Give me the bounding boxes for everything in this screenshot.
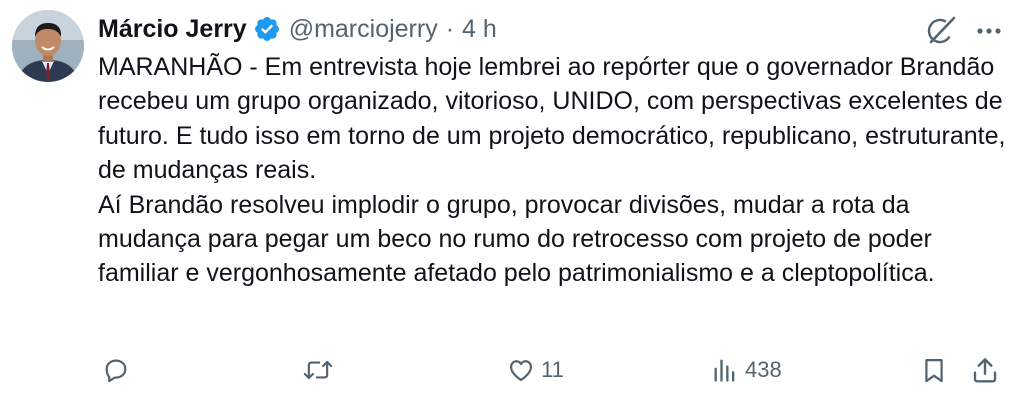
tweet-paragraph-2: Aí Brandão resolveu implodir o grupo, pr… — [98, 190, 935, 288]
like-icon — [507, 356, 535, 384]
like-button[interactable]: 11 — [507, 350, 564, 390]
reply-icon — [102, 356, 130, 384]
tweet[interactable]: Márcio Jerry @marciojerry · 4 h MARANHÃO… — [0, 0, 1024, 401]
tweet-header: Márcio Jerry @marciojerry · 4 h — [98, 12, 497, 46]
bookmark-icon — [920, 356, 948, 384]
views-count: 438 — [745, 357, 782, 382]
avatar[interactable] — [12, 10, 84, 82]
tweet-text: MARANHÃO - Em entrevista hoje lembrei ao… — [98, 50, 1008, 291]
author-display-name[interactable]: Márcio Jerry — [98, 12, 247, 46]
views-icon — [711, 356, 739, 384]
reply-button[interactable] — [102, 350, 130, 390]
views-button[interactable]: 438 — [711, 350, 782, 390]
bookmark-button[interactable] — [920, 350, 948, 390]
like-count: 11 — [541, 357, 564, 382]
grok-icon[interactable] — [924, 13, 958, 47]
retweet-icon — [302, 356, 334, 384]
more-icon[interactable] — [974, 16, 1004, 46]
share-button[interactable] — [970, 350, 1000, 390]
retweet-button[interactable] — [302, 350, 334, 390]
separator-dot: · — [445, 15, 455, 43]
verified-badge-icon[interactable] — [253, 15, 281, 43]
tweet-paragraph-1: MARANHÃO - Em entrevista hoje lembrei ao… — [98, 53, 1006, 185]
author-handle[interactable]: @marciojerry — [289, 12, 438, 46]
timestamp[interactable]: 4 h — [462, 12, 497, 46]
action-bar: 11 438 — [0, 350, 1024, 390]
share-icon — [970, 355, 1000, 385]
